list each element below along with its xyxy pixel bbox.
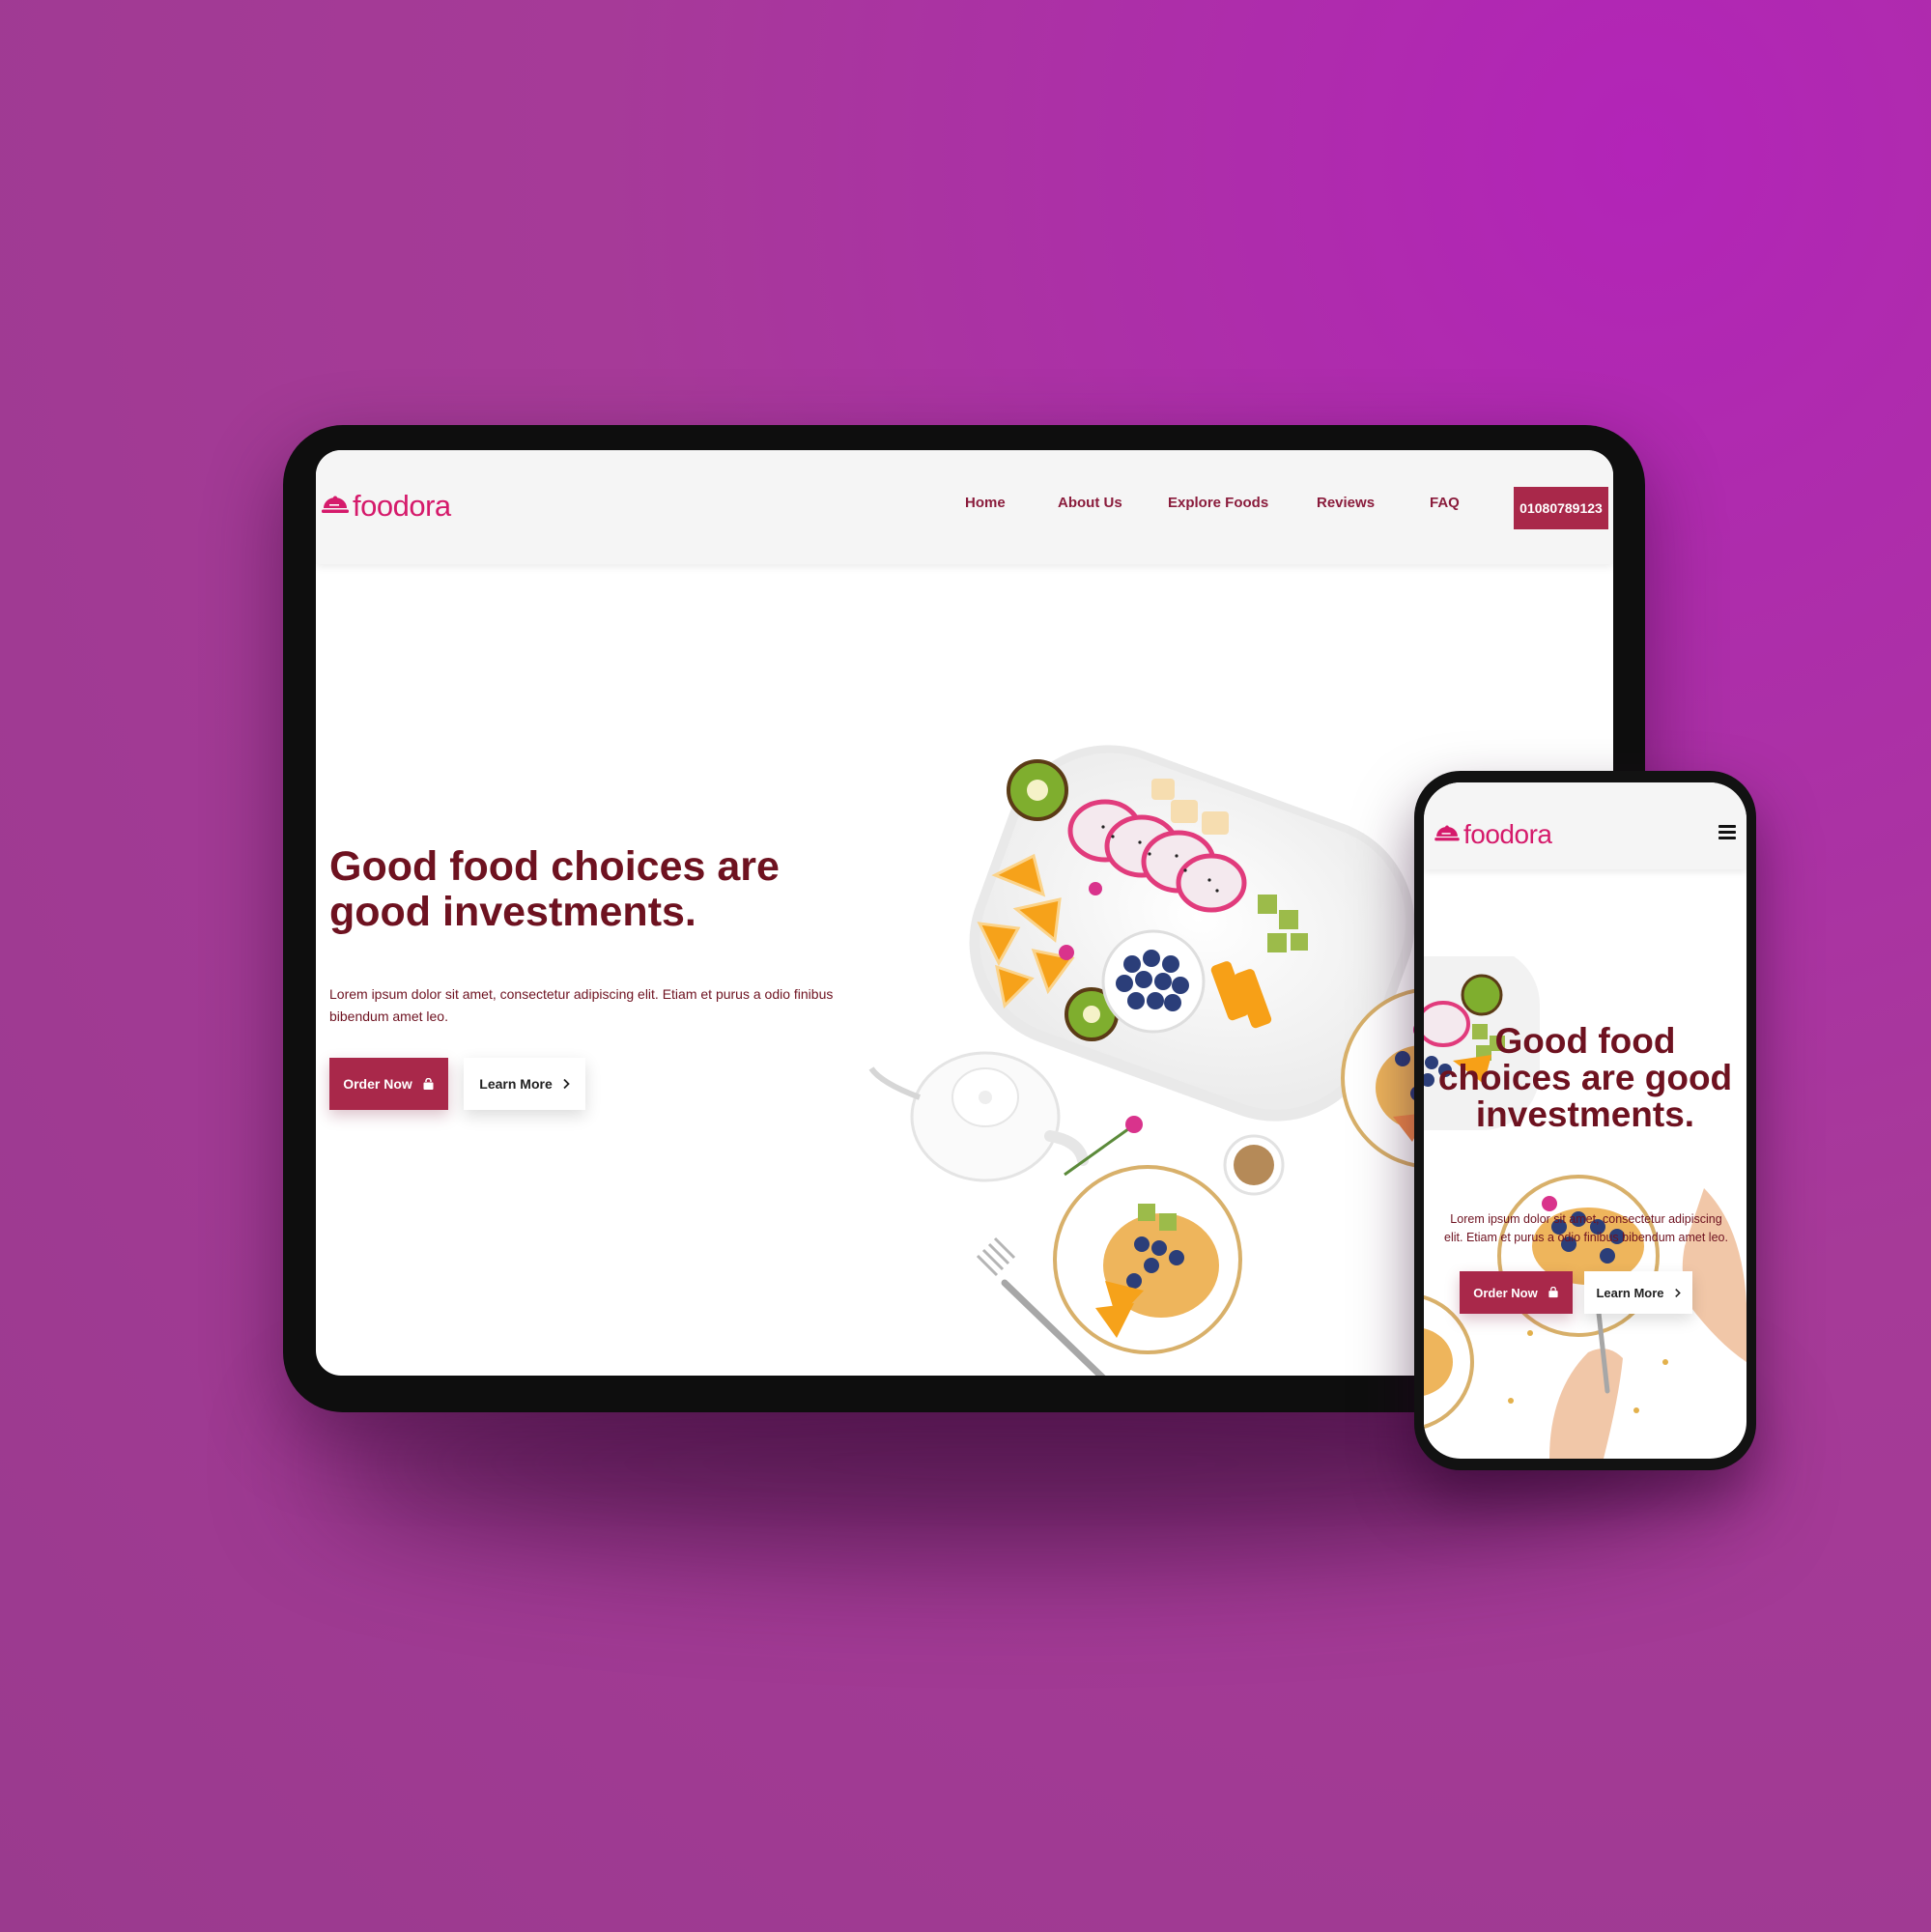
nav-home[interactable]: Home bbox=[965, 495, 1006, 511]
shopping-bag-icon bbox=[423, 1077, 434, 1090]
site-header: foodora Home About Us Explore Foods Revi… bbox=[316, 450, 1613, 564]
nav-about-us[interactable]: About Us bbox=[1058, 495, 1122, 511]
order-now-label: Order Now bbox=[1473, 1285, 1538, 1300]
hero-title: Good food choices are good investments. bbox=[1437, 1021, 1733, 1134]
brand-name: foodora bbox=[353, 489, 451, 523]
chevron-right-icon bbox=[1674, 1288, 1681, 1297]
brand-name: foodora bbox=[1463, 819, 1552, 849]
learn-more-button[interactable]: Learn More bbox=[464, 1058, 585, 1110]
food-cloche-icon bbox=[322, 496, 349, 513]
hero-description: Lorem ipsum dolor sit amet, consectetur … bbox=[1444, 1211, 1728, 1244]
order-now-button[interactable]: Order Now bbox=[329, 1058, 448, 1110]
phone-number-button[interactable]: 01080789123 bbox=[1514, 487, 1608, 529]
learn-more-label: Learn More bbox=[479, 1076, 553, 1092]
order-now-label: Order Now bbox=[343, 1076, 412, 1092]
hamburger-menu-icon[interactable] bbox=[1718, 825, 1736, 840]
shopping-bag-icon bbox=[1548, 1287, 1558, 1298]
brand-logo[interactable]: foodora bbox=[322, 489, 451, 524]
order-now-button[interactable]: Order Now bbox=[1460, 1271, 1573, 1314]
learn-more-label: Learn More bbox=[1596, 1285, 1664, 1300]
learn-more-button[interactable]: Learn More bbox=[1584, 1271, 1692, 1314]
nav-explore-foods[interactable]: Explore Foods bbox=[1168, 495, 1268, 511]
hero-description: Lorem ipsum dolor sit amet, consectetur … bbox=[329, 986, 834, 1024]
brand-logo[interactable]: foodora bbox=[1434, 819, 1552, 850]
hero-title: Good food choices are good investments. bbox=[329, 843, 780, 935]
phone-device: foodora Good food choices are good inves… bbox=[1414, 771, 1756, 1470]
nav-faq[interactable]: FAQ bbox=[1430, 495, 1460, 511]
chevron-right-icon bbox=[563, 1078, 570, 1090]
phone-screen: foodora Good food choices are good inves… bbox=[1424, 782, 1746, 1459]
food-cloche-icon bbox=[1434, 825, 1460, 841]
mobile-header: foodora bbox=[1424, 782, 1746, 869]
nav-reviews[interactable]: Reviews bbox=[1317, 495, 1375, 511]
